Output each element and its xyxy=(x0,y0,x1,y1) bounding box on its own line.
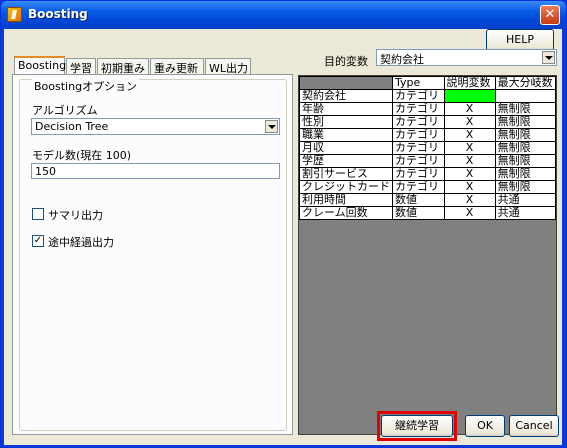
row-max-branch[interactable]: 無制限 xyxy=(494,167,557,181)
row-variable-name[interactable]: クレーム回数 xyxy=(299,206,393,220)
help-button[interactable]: HELP xyxy=(486,29,554,51)
row-type[interactable]: カテゴリ xyxy=(392,115,445,129)
table-row[interactable]: 性別 カテゴリ X 無制限 xyxy=(299,115,557,129)
model-count-label: モデル数(現在 100) xyxy=(32,149,132,162)
target-variable-value: 契約会社 xyxy=(380,53,424,66)
close-button[interactable]: ✕ xyxy=(540,5,560,25)
row-type[interactable]: カテゴリ xyxy=(392,102,445,116)
column-header-explanatory[interactable]: 説明変数 xyxy=(443,76,496,90)
table-row[interactable]: クレーム回数 数値 X 共通 xyxy=(299,206,557,220)
target-variable-label: 目的変数 xyxy=(324,55,368,68)
tab-boosting[interactable]: Boosting xyxy=(14,56,66,75)
table-row[interactable]: 契約会社 カテゴリ xyxy=(299,89,557,103)
row-max-branch[interactable] xyxy=(494,89,557,103)
cancel-button[interactable]: Cancel xyxy=(509,415,559,437)
row-explanatory[interactable]: X xyxy=(443,206,496,220)
row-type[interactable]: カテゴリ xyxy=(392,128,445,142)
corner-cell xyxy=(299,76,393,90)
table-row[interactable]: 職業 カテゴリ X 無制限 xyxy=(299,128,557,142)
row-type[interactable]: 数値 xyxy=(392,206,445,220)
close-icon: ✕ xyxy=(544,7,556,22)
variable-grid[interactable]: Type 説明変数 最大分岐数 契約会社 カテゴリ 年齢 カテゴリ X 無制限 xyxy=(298,75,557,435)
row-variable-name[interactable]: 割引サービス xyxy=(299,167,393,181)
row-type[interactable]: カテゴリ xyxy=(392,154,445,168)
app-logo-icon xyxy=(7,7,22,22)
table-row[interactable]: 年齢 カテゴリ X 無制限 xyxy=(299,102,557,116)
row-variable-name[interactable]: 職業 xyxy=(299,128,393,142)
row-variable-name[interactable]: 契約会社 xyxy=(299,89,393,103)
progress-output-checkbox[interactable]: ✓ xyxy=(32,235,44,247)
summary-output-label: サマリ出力 xyxy=(48,209,103,222)
table-row[interactable]: 月収 カテゴリ X 無制限 xyxy=(299,141,557,155)
table-header-row: Type 説明変数 最大分岐数 xyxy=(299,76,557,90)
title-bar[interactable]: Boosting ✕ xyxy=(1,1,566,29)
row-explanatory[interactable]: X xyxy=(443,193,496,207)
row-type[interactable]: 数値 xyxy=(392,193,445,207)
chevron-down-icon[interactable] xyxy=(542,51,555,64)
column-header-max-branch[interactable]: 最大分岐数 xyxy=(494,76,557,90)
row-explanatory[interactable]: X xyxy=(443,167,496,181)
table-row[interactable]: 学歴 カテゴリ X 無制限 xyxy=(299,154,557,168)
tab-learning[interactable]: 学習 xyxy=(66,58,96,75)
boosting-options-group: Boostingオプション アルゴリズム Decision Tree モデル数(… xyxy=(19,78,287,431)
row-explanatory[interactable]: X xyxy=(443,128,496,142)
variable-table: Type 説明変数 最大分岐数 契約会社 カテゴリ 年齢 カテゴリ X 無制限 xyxy=(299,76,557,220)
algorithm-dropdown[interactable]: Decision Tree xyxy=(31,118,280,135)
target-variable-dropdown[interactable]: 契約会社 xyxy=(376,49,557,66)
row-variable-name[interactable]: 月収 xyxy=(299,141,393,155)
row-type[interactable]: カテゴリ xyxy=(392,141,445,155)
row-explanatory-target-highlight[interactable] xyxy=(443,89,496,103)
checkmark-icon: ✓ xyxy=(33,235,43,246)
table-row[interactable]: 割引サービス カテゴリ X 無制限 xyxy=(299,167,557,181)
row-type[interactable]: カテゴリ xyxy=(392,167,445,181)
row-explanatory[interactable]: X xyxy=(443,115,496,129)
dialog-window: Boosting ✕ HELP 目的変数 契約会社 Boosting 学習 初期… xyxy=(0,0,567,448)
continue-learning-button[interactable]: 継続学習 xyxy=(381,415,453,437)
row-max-branch[interactable]: 無制限 xyxy=(494,128,557,142)
table-row[interactable]: クレジットカード カテゴリ X 無制限 xyxy=(299,180,557,194)
window-title: Boosting xyxy=(28,7,88,21)
row-variable-name[interactable]: 利用時間 xyxy=(299,193,393,207)
row-explanatory[interactable]: X xyxy=(443,141,496,155)
row-variable-name[interactable]: 性別 xyxy=(299,115,393,129)
row-type[interactable]: カテゴリ xyxy=(392,180,445,194)
algorithm-label: アルゴリズム xyxy=(32,104,98,117)
row-explanatory[interactable]: X xyxy=(443,102,496,116)
row-variable-name[interactable]: 年齢 xyxy=(299,102,393,116)
progress-output-label: 途中経過出力 xyxy=(48,236,114,249)
row-type[interactable]: カテゴリ xyxy=(392,89,445,103)
summary-output-checkbox[interactable] xyxy=(32,208,44,220)
row-max-branch[interactable]: 無制限 xyxy=(494,180,557,194)
ok-button[interactable]: OK xyxy=(465,415,505,437)
column-header-type[interactable]: Type xyxy=(392,76,445,90)
row-variable-name[interactable]: クレジットカード xyxy=(299,180,393,194)
table-row[interactable]: 利用時間 数値 X 共通 xyxy=(299,193,557,207)
row-max-branch[interactable]: 無制限 xyxy=(494,154,557,168)
row-explanatory[interactable]: X xyxy=(443,154,496,168)
row-max-branch[interactable]: 無制限 xyxy=(494,115,557,129)
model-count-input[interactable]: 150 xyxy=(31,163,280,179)
row-variable-name[interactable]: 学歴 xyxy=(299,154,393,168)
boosting-tab-panel: Boostingオプション アルゴリズム Decision Tree モデル数(… xyxy=(12,74,293,435)
row-max-branch[interactable]: 共通 xyxy=(494,193,557,207)
row-explanatory[interactable]: X xyxy=(443,180,496,194)
dialog-client-area: HELP 目的変数 契約会社 Boosting 学習 初期重み 重み更新 WL出… xyxy=(4,29,562,445)
tab-wl-output[interactable]: WL出力 xyxy=(205,58,251,75)
algorithm-value: Decision Tree xyxy=(35,120,109,133)
tab-weight-update[interactable]: 重み更新 xyxy=(150,58,204,75)
group-title: Boostingオプション xyxy=(32,78,140,94)
row-max-branch[interactable]: 無制限 xyxy=(494,141,557,155)
row-max-branch[interactable]: 無制限 xyxy=(494,102,557,116)
tab-initial-weights[interactable]: 初期重み xyxy=(97,58,149,75)
row-max-branch[interactable]: 共通 xyxy=(494,206,557,220)
chevron-down-icon[interactable] xyxy=(265,120,278,133)
